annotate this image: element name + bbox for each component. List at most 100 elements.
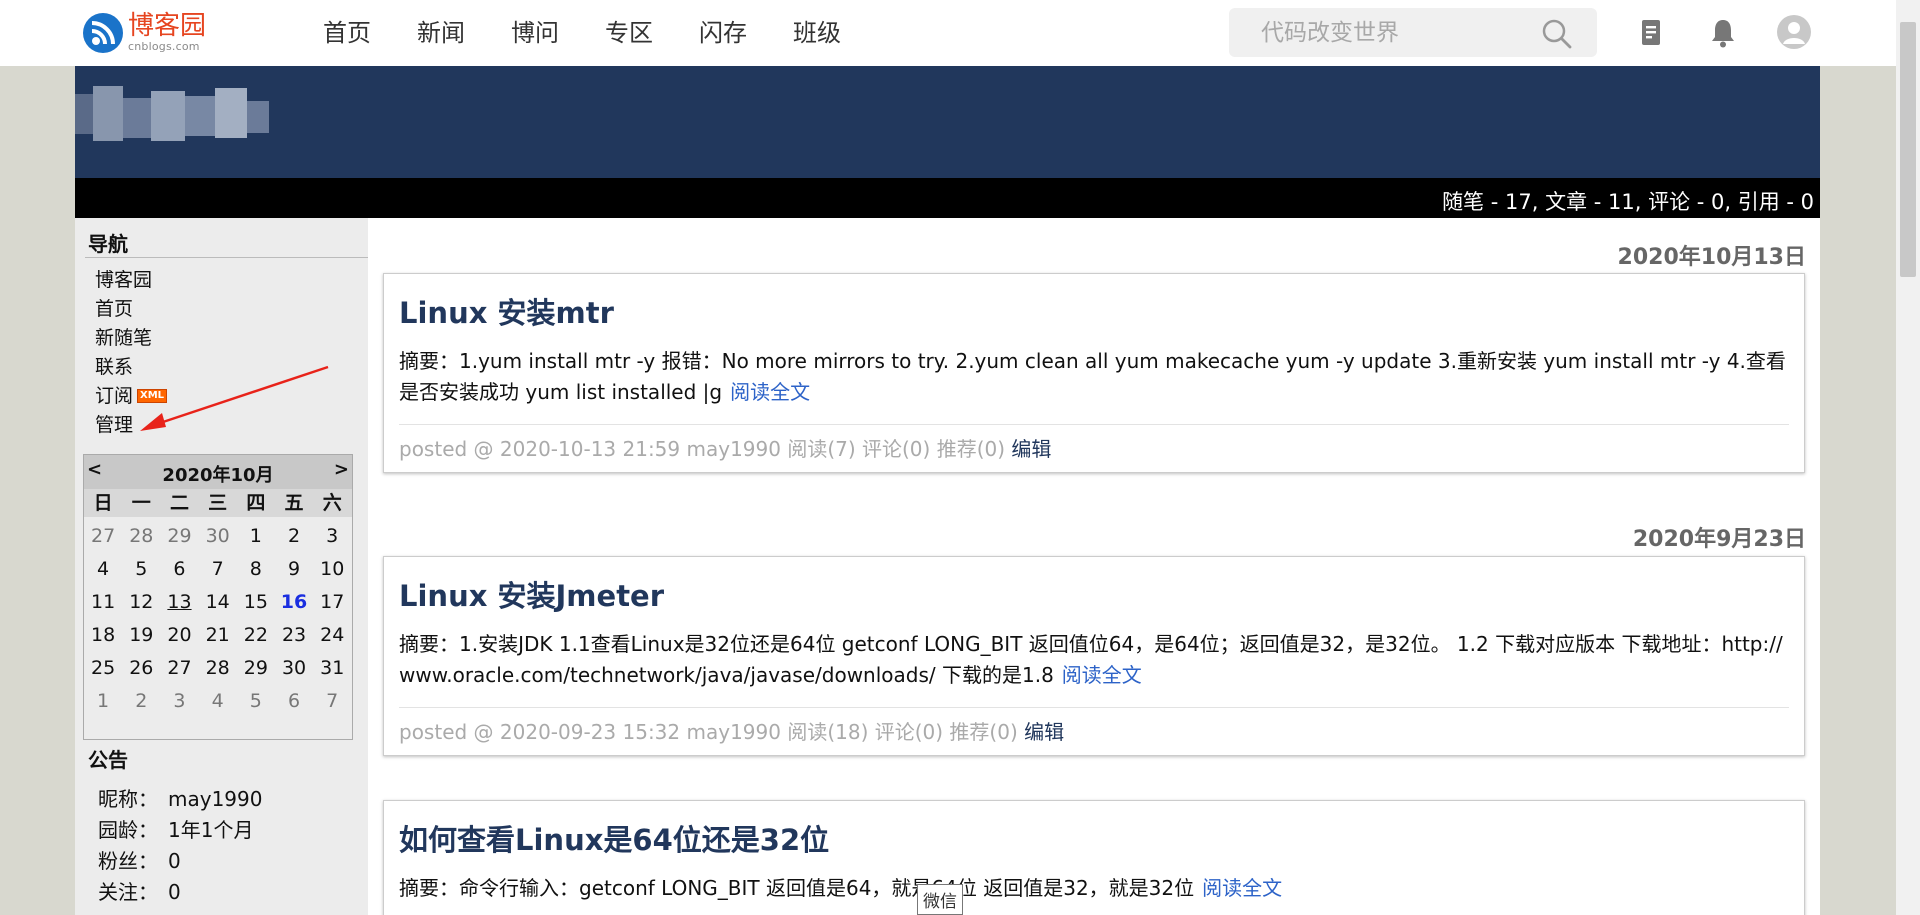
weekday: 四 [246, 492, 266, 514]
calendar-day: 27 [91, 525, 116, 547]
weekday: 六 [322, 492, 342, 514]
calendar-day: 9 [287, 558, 301, 580]
calendar-week-row: 27 28 29 30 1 2 3 [84, 521, 352, 554]
logo-text[interactable]: 博客园 [128, 12, 206, 40]
calendar-day: 3 [326, 525, 339, 547]
subscribe-label[interactable]: 订阅 [95, 385, 133, 407]
post-summary: 摘要：命令行输入：getconf LONG_BIT 返回值是64，就是64位 返… [399, 873, 1794, 904]
notice-value[interactable]: 0 [168, 877, 181, 908]
edit-link[interactable]: 编辑 [1011, 437, 1051, 461]
weekday: 二 [169, 492, 189, 514]
tooltip: 微信 [917, 884, 963, 915]
post-card: Linux 安装mtr 摘要：1.yum install mtr -y 报错：N… [383, 273, 1805, 473]
calendar-next-button[interactable]: > [334, 459, 349, 480]
weekday: 五 [284, 492, 304, 514]
menu-item-news[interactable]: 新闻 [417, 18, 465, 48]
calendar-day: 28 [205, 657, 230, 679]
calendar-day: 21 [205, 624, 230, 646]
user-avatar-icon[interactable] [1776, 14, 1812, 50]
blog-stats-text: 随笔 - 17, 文章 - 11, 评论 - 0, 引用 - 0 [1442, 190, 1814, 214]
notice-row: 关注： 0 [98, 877, 262, 908]
calendar-day: 31 [320, 657, 345, 679]
calendar-day: 30 [281, 657, 307, 679]
calendar-day: 19 [129, 624, 154, 646]
post-divider [399, 424, 1789, 425]
post-summary: 摘要：1.安装JDK 1.1查看Linux是32位还是64位 getconf L… [399, 629, 1794, 691]
menu-item-q[interactable]: 博问 [511, 18, 559, 48]
notice-row: 粉丝： 0 [98, 846, 262, 877]
calendar-day: 7 [326, 690, 339, 712]
calendar-week-row: 1 2 3 4 5 6 7 [84, 686, 352, 719]
post-divider [399, 707, 1789, 708]
calendar-day: 23 [281, 624, 307, 646]
drafts-icon[interactable] [1634, 16, 1668, 50]
post-title-link[interactable]: 如何查看Linux是64位还是32位 [399, 817, 829, 859]
scrollbar-thumb[interactable] [1900, 22, 1916, 277]
calendar-day: 24 [320, 624, 345, 646]
weekday: 日 [93, 492, 113, 514]
calendar-day: 1 [249, 525, 262, 547]
calendar-header: < 2020年10月 > [84, 455, 352, 489]
read-more-link[interactable]: 阅读全文 [1202, 876, 1282, 900]
calendar-day: 22 [243, 624, 268, 646]
nav-item-cnblogs[interactable]: 博客园 [95, 266, 167, 295]
post-title-link[interactable]: Linux 安装Jmeter [399, 573, 664, 615]
calendar-day: 2 [135, 690, 148, 712]
post-summary-text: 摘要：命令行输入：getconf LONG_BIT 返回值是64，就是64位 返… [399, 876, 1195, 900]
post-footer: posted @ 2020-09-23 15:32 may1990 阅读(18)… [399, 716, 1064, 745]
page-scrollbar[interactable] [1896, 0, 1920, 915]
notice-value[interactable]: may1990 [168, 784, 262, 815]
calendar-weekdays: 日 一 二 三 四 五 六 [84, 489, 352, 517]
nav-item-home[interactable]: 首页 [95, 295, 167, 324]
read-more-link[interactable]: 阅读全文 [730, 380, 810, 404]
calendar-day: 7 [211, 558, 224, 580]
calendar-day: 1 [97, 690, 110, 712]
calendar-day: 8 [249, 558, 262, 580]
calendar-day: 5 [135, 558, 148, 580]
calendar-day: 28 [129, 525, 154, 547]
post-list: 2020年10月13日 Linux 安装mtr 摘要：1.yum install… [368, 218, 1820, 915]
blurred-blog-title[interactable] [75, 86, 270, 146]
menu-item-zone[interactable]: 专区 [605, 18, 653, 48]
calendar-day: 6 [287, 690, 301, 712]
post-meta: posted @ 2020-10-13 21:59 may1990 阅读(7) … [399, 437, 1006, 461]
notice-key: 关注： [98, 880, 158, 904]
post-meta: posted @ 2020-09-23 15:32 may1990 阅读(18)… [399, 720, 1018, 744]
calendar-day[interactable]: 13 [160, 587, 198, 620]
menu-item-ing[interactable]: 闪存 [699, 18, 747, 48]
post-date-header: 2020年10月13日 [1617, 245, 1806, 270]
calendar-day: 29 [243, 657, 268, 679]
notice-value[interactable]: 0 [168, 846, 181, 877]
search-input[interactable] [1261, 17, 1521, 49]
bell-icon[interactable] [1706, 16, 1740, 50]
post-card: 如何查看Linux是64位还是32位 摘要：命令行输入：getconf LONG… [383, 800, 1805, 915]
post-summary: 摘要：1.yum install mtr -y 报错：No more mirro… [399, 346, 1794, 408]
top-navbar: 博客园 cnblogs.com 首页 新闻 博问 专区 闪存 班级 [0, 0, 1896, 66]
sidebar: 导航 博客园 首页 新随笔 联系 订阅 XML 管理 < 2020年10月 > 日… [75, 218, 368, 915]
blog-stats-bar: 随笔 - 17, 文章 - 11, 评论 - 0, 引用 - 0 [75, 178, 1820, 218]
calendar-week-row: 18 19 20 21 22 23 24 [84, 620, 352, 653]
nav-item-new-post[interactable]: 新随笔 [95, 324, 167, 353]
calendar-day: 15 [243, 591, 268, 613]
calendar-day: 3 [173, 690, 186, 712]
read-more-link[interactable]: 阅读全文 [1062, 663, 1142, 687]
post-summary-text: 摘要：1.yum install mtr -y 报错：No more mirro… [399, 349, 1786, 404]
notice-heading: 公告 [88, 748, 128, 772]
menu-item-home[interactable]: 首页 [323, 18, 371, 48]
calendar-day: 18 [91, 624, 116, 646]
blog-header-banner [75, 66, 1820, 178]
calendar-day: 29 [167, 525, 192, 547]
menu-item-class[interactable]: 班级 [793, 18, 841, 48]
notice-value[interactable]: 1年1个月 [168, 815, 253, 846]
calendar-day: 5 [249, 690, 262, 712]
calendar-day: 20 [167, 624, 192, 646]
post-title-link[interactable]: Linux 安装mtr [399, 290, 614, 332]
notice-panel: 昵称： may1990 园龄： 1年1个月 粉丝： 0 关注： 0 [98, 784, 262, 908]
post-date-header: 2020年9月23日 [1632, 527, 1806, 552]
search-box [1229, 8, 1597, 57]
notice-key: 昵称： [98, 787, 158, 811]
search-icon[interactable] [1541, 18, 1573, 50]
edit-link[interactable]: 编辑 [1024, 720, 1064, 744]
calendar-day: 27 [167, 657, 192, 679]
cnblogs-logo-icon[interactable] [82, 12, 124, 54]
